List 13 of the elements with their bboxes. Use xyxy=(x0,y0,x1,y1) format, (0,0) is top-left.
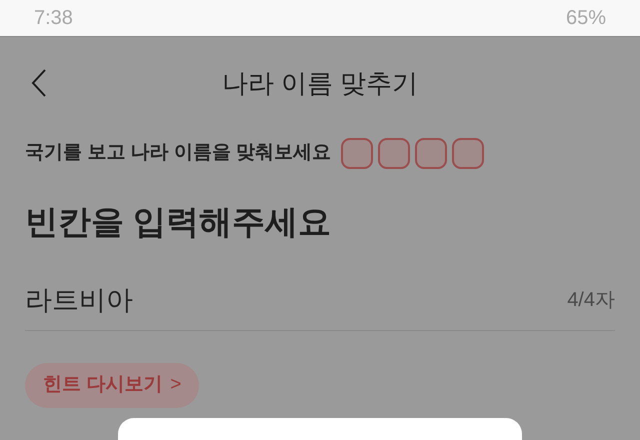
prompt-text: 국기를 보고 나라 이름을 맞춰보세요 xyxy=(25,140,332,165)
character-counter: 4/4자 xyxy=(567,288,615,313)
letter-blank xyxy=(341,138,374,168)
page-title: 나라 이름 맞추기 xyxy=(222,66,418,100)
back-icon xyxy=(31,68,47,98)
letter-blank xyxy=(415,138,448,168)
answer-value: 라트비아 xyxy=(25,284,133,317)
status-time: 7:38 xyxy=(34,6,73,31)
heading: 빈칸을 입력해주세요 xyxy=(24,202,332,242)
answer-field[interactable]: 라트비아 4/4자 xyxy=(25,270,615,330)
letter-blank xyxy=(378,138,410,168)
battery-level: 65% xyxy=(566,6,606,31)
letter-blank xyxy=(452,138,484,168)
